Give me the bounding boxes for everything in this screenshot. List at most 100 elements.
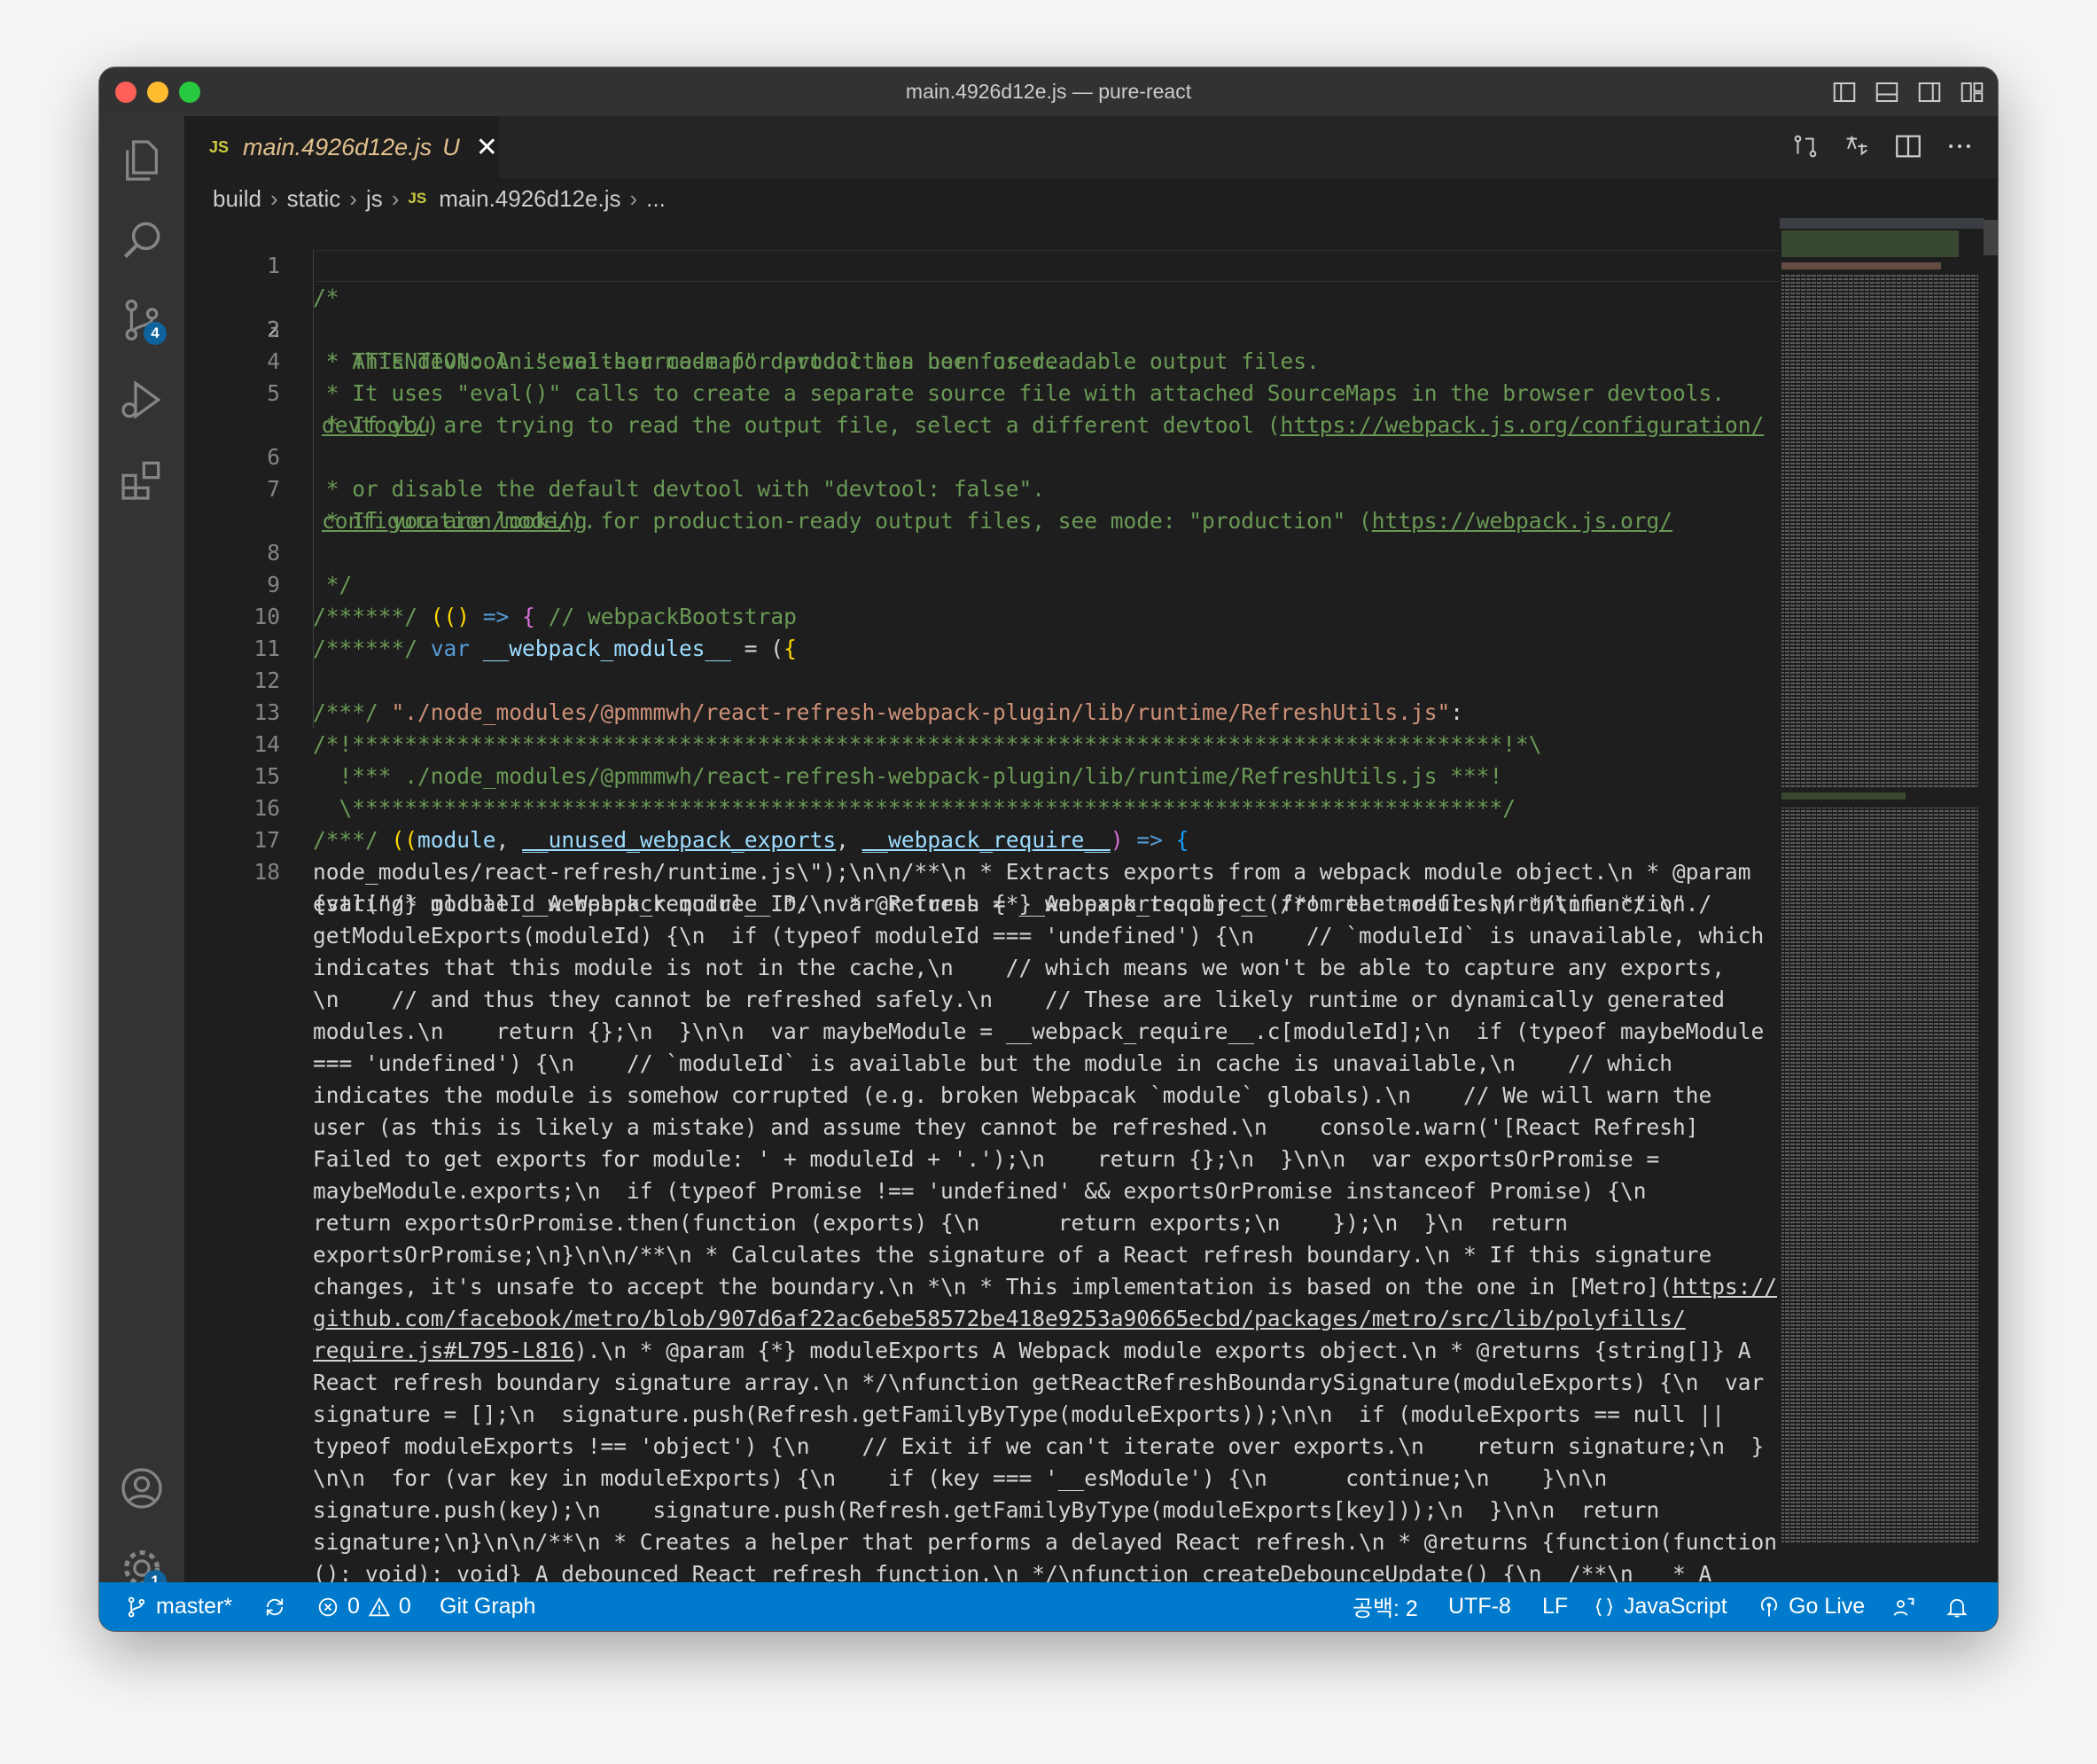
code-text: exportsOrPromise;\n}\n\n/**\n * Calculat… xyxy=(313,1242,1712,1268)
code-text: React refresh boundary signature array.\… xyxy=(313,1370,1765,1395)
run-debug-icon[interactable] xyxy=(117,375,167,425)
more-actions-icon[interactable] xyxy=(1945,131,1975,161)
code-link[interactable]: https:// xyxy=(1672,1274,1777,1300)
language-label: JavaScript xyxy=(1624,1594,1727,1619)
code-link[interactable]: github.com/facebook/metro/blob/907d6af22… xyxy=(313,1303,1686,1335)
code-text: === 'undefined') {\n // `moduleId` is av… xyxy=(313,1050,1673,1076)
code-line-wrapped: indicates that this module is not in the… xyxy=(184,952,1868,984)
code-line: 5 * If you are trying to read the output… xyxy=(184,346,1868,438)
code-text: signature = [];\n signature.push(Refresh… xyxy=(313,1401,1726,1427)
window-title: main.4926d12e.js — pure-react xyxy=(905,80,1192,103)
code-line: 17 xyxy=(184,792,1868,853)
chevron-right-icon: › xyxy=(349,184,357,212)
javascript-file-icon: JS xyxy=(209,137,230,156)
status-bar: master* 0 0 Git Graph 공백: 2 UTF-8 LF Jav… xyxy=(99,1582,1998,1631)
sync-icon xyxy=(266,1598,284,1615)
untracked-indicator: U xyxy=(442,133,460,160)
editor-tab-bar: JS main.4926d12e.js U ✕ xyxy=(184,116,1998,178)
code-line-wrapped: modules.\n return {};\n }\n\n var maybeM… xyxy=(184,1016,1868,1048)
problems-indicator[interactable]: 0 0 xyxy=(316,1582,411,1631)
toggle-secondary-sidebar-icon[interactable] xyxy=(1916,79,1943,105)
code-line: 15 \************************************… xyxy=(184,729,1868,821)
code-line: 9 /******/ (() => { // webpackBootstrap xyxy=(184,537,1868,629)
customize-layout-icon[interactable] xyxy=(1959,79,1985,105)
go-live-button[interactable]: Go Live xyxy=(1757,1582,1865,1631)
code-line-wrapped: signature = [];\n signature.push(Refresh… xyxy=(184,1399,1868,1431)
code-line: 1 /* xyxy=(184,218,1868,310)
code-editor[interactable]: 1 /* 2 * ATTENTION: An "eval-source-map"… xyxy=(184,218,1868,1582)
language-mode-indicator[interactable]: JavaScript xyxy=(1592,1582,1727,1631)
extensions-icon[interactable] xyxy=(117,455,167,504)
breadcrumb-static[interactable]: static xyxy=(287,185,341,213)
indentation-indicator[interactable]: 공백: 2 xyxy=(1353,1582,1418,1631)
tab-main-js[interactable]: JS main.4926d12e.js U ✕ xyxy=(184,116,499,178)
code-line-wrapped: typeof moduleExports !== 'object') {\n /… xyxy=(184,1431,1868,1463)
code-text: Failed to get exports for module: ' + mo… xyxy=(313,1146,1660,1172)
git-graph-label: Git Graph xyxy=(440,1594,536,1619)
open-changes-icon[interactable] xyxy=(1790,131,1820,161)
code-text: indicates the module is somehow corrupte… xyxy=(313,1082,1712,1108)
code-text: maybeModule.exports;\n if (typeof Promis… xyxy=(313,1178,1647,1204)
code-text: signature;\n}\n\n/**\n * Creates a helpe… xyxy=(313,1529,1778,1555)
code-text: (): void): void} A debounced React refre… xyxy=(313,1561,1712,1582)
explorer-icon[interactable] xyxy=(117,136,167,185)
code-line-wrapped: === 'undefined') {\n // `moduleId` is av… xyxy=(184,1048,1868,1080)
warning-icon xyxy=(368,1596,391,1616)
code-line-wrapped: (): void): void} A debounced React refre… xyxy=(184,1558,1868,1582)
split-editor-icon[interactable] xyxy=(1893,131,1923,161)
code-line-wrapped: user (as this is likely a mistake) and a… xyxy=(184,1112,1868,1143)
git-branch-icon xyxy=(128,1596,145,1617)
code-line-wrapped: maybeModule.exports;\n if (typeof Promis… xyxy=(184,1175,1868,1207)
vertical-scrollbar[interactable] xyxy=(1984,220,1998,255)
code-text: \n\n for (var key in moduleExports) {\n … xyxy=(313,1465,1608,1491)
feedback-button[interactable] xyxy=(1891,1582,1916,1631)
branch-name: master* xyxy=(156,1594,233,1619)
notifications-button[interactable] xyxy=(1945,1582,1969,1631)
search-icon[interactable] xyxy=(117,215,167,265)
eol-indicator[interactable]: LF xyxy=(1542,1582,1568,1631)
chevron-right-icon: › xyxy=(391,184,400,212)
code-link[interactable]: require.js#L795-L816 xyxy=(313,1338,574,1363)
code-line-wrapped: changes, it's unsafe to accept the bound… xyxy=(184,1271,1868,1303)
breadcrumb-js[interactable]: js xyxy=(366,185,383,213)
breadcrumb-symbols[interactable]: ... xyxy=(646,185,666,213)
broadcast-icon xyxy=(1760,1596,1778,1616)
code-text: {string} moduleId A Webpack module ID.\n… xyxy=(313,891,1686,917)
close-tab-icon[interactable]: ✕ xyxy=(476,132,498,163)
minimap-preview xyxy=(1780,218,1984,1543)
code-line: 14 !*** ./node_modules/@pmmmwh/react-ref… xyxy=(184,697,1868,789)
vscode-window: main.4926d12e.js — pure-react 4 1 JS mai… xyxy=(99,67,1998,1631)
indentation-label: 공백: 2 xyxy=(1353,1596,1418,1621)
code-text: changes, it's unsafe to accept the bound… xyxy=(313,1274,1673,1300)
code-line-wrapped: github.com/facebook/metro/blob/907d6af22… xyxy=(184,1303,1868,1335)
code-line: 10 /******/ var __webpack_modules__ = ({ xyxy=(184,569,1868,661)
branch-indicator[interactable]: master* xyxy=(124,1582,232,1631)
toggle-primary-sidebar-icon[interactable] xyxy=(1831,79,1858,105)
code-line-wrapped: return exportsOrPromise.then(function (e… xyxy=(184,1207,1868,1239)
code-line-wrapped: getModuleExports(moduleId) {\n if (typeo… xyxy=(184,920,1868,952)
git-graph-button[interactable]: Git Graph xyxy=(440,1582,535,1631)
current-line-highlight xyxy=(316,250,1858,282)
code-line: 7 * If you are looking for production-re… xyxy=(184,441,1868,534)
translate-icon[interactable] xyxy=(1842,131,1872,161)
source-control-icon[interactable]: 4 xyxy=(117,295,167,345)
title-bar: main.4926d12e.js — pure-react xyxy=(99,67,1998,116)
code-text: signature.push(key);\n signature.push(Re… xyxy=(313,1497,1660,1523)
code-text: node_modules/react-refresh/runtime.js\")… xyxy=(313,859,1751,885)
accounts-icon[interactable] xyxy=(117,1463,167,1513)
toggle-panel-icon[interactable] xyxy=(1874,79,1900,105)
breadcrumb-file[interactable]: main.4926d12e.js xyxy=(439,185,620,213)
error-icon xyxy=(318,1597,338,1616)
breadcrumb-build[interactable]: build xyxy=(213,185,261,213)
code-text: \n // and thus they cannot be refreshed … xyxy=(313,987,1726,1012)
chevron-right-icon: › xyxy=(629,184,638,212)
encoding-indicator[interactable]: UTF-8 xyxy=(1448,1582,1511,1631)
minimap[interactable] xyxy=(1780,218,1984,1582)
code-text: typeof moduleExports !== 'object') {\n /… xyxy=(313,1433,1765,1459)
code-line-wrapped: Failed to get exports for module: ' + mo… xyxy=(184,1143,1868,1175)
sync-button[interactable] xyxy=(262,1582,287,1631)
go-live-label: Go Live xyxy=(1789,1594,1866,1619)
error-count: 0 xyxy=(347,1594,360,1619)
tab-label: main.4926d12e.js xyxy=(243,133,433,160)
chevron-right-icon: › xyxy=(269,184,278,212)
